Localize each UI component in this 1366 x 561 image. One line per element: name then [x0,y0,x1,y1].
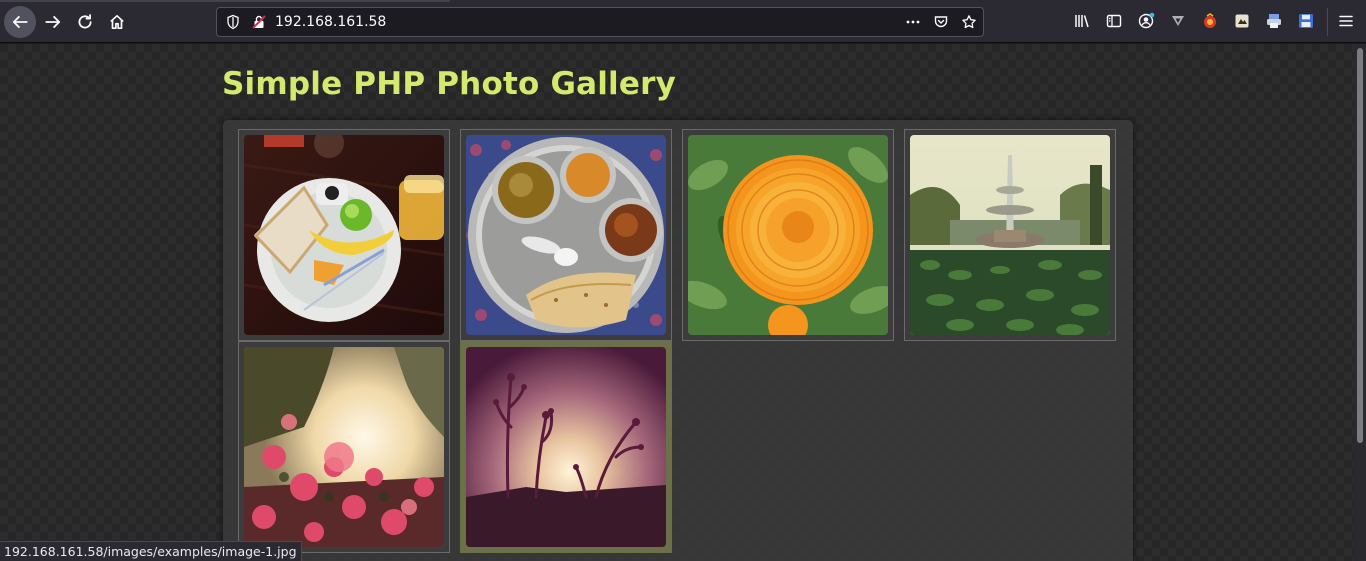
page-viewport: Simple PHP Photo Gallery [0,44,1354,561]
sunset-plants-photo [466,347,666,547]
toolbar-separator [1327,8,1328,36]
browser-toolbar: 192.168.161.58 [0,0,1366,43]
reload-icon [78,14,92,29]
tracking-shield-icon[interactable] [225,14,241,30]
library-icon[interactable] [1073,12,1091,30]
extension-icon[interactable] [1201,12,1219,30]
bookmark-star-icon[interactable] [961,14,977,30]
gallery-thumbnail-6[interactable] [460,341,672,553]
insecure-lock-icon[interactable] [251,14,267,30]
fountain-photo [910,135,1110,335]
extension-icon-2[interactable] [1233,12,1251,30]
account-icon[interactable] [1137,12,1155,30]
forward-arrow-icon [45,16,61,28]
forward-button[interactable] [38,7,68,37]
save-icon[interactable] [1297,12,1315,30]
gallery-thumbnail-2[interactable] [460,129,672,341]
pocket-icon[interactable] [933,14,949,30]
url-text[interactable]: 192.168.161.58 [275,14,386,30]
url-bar[interactable]: 192.168.161.58 [216,7,984,37]
gallery-thumbnail-4[interactable] [904,129,1116,341]
gallery-thumbnail-5[interactable] [238,341,450,553]
bougainvillea-photo [244,347,444,547]
marigold-photo [688,135,888,335]
gallery-thumbnail-3[interactable] [682,129,894,341]
extension-icon-3[interactable] [1265,12,1283,30]
back-arrow-icon [12,16,28,28]
page-scrollbar[interactable] [1354,44,1366,561]
reload-button[interactable] [70,7,100,37]
thali-photo [466,135,666,335]
home-icon [110,14,124,30]
gallery-thumbnail-1[interactable] [238,129,450,341]
scrollbar-thumb[interactable] [1357,48,1363,443]
back-button[interactable] [4,6,36,38]
home-button[interactable] [102,7,132,37]
sidebar-icon[interactable] [1105,12,1123,30]
breakfast-photo [244,135,444,335]
menu-icon[interactable] [1337,12,1355,30]
tab-strip-edge [0,0,450,2]
vpn-extension-icon[interactable] [1169,12,1187,30]
page-title: Simple PHP Photo Gallery [222,66,676,102]
link-status-bar: 192.168.161.58/images/examples/image-1.j… [0,541,302,561]
gallery-panel [223,120,1133,561]
page-actions-icon[interactable] [905,14,921,30]
